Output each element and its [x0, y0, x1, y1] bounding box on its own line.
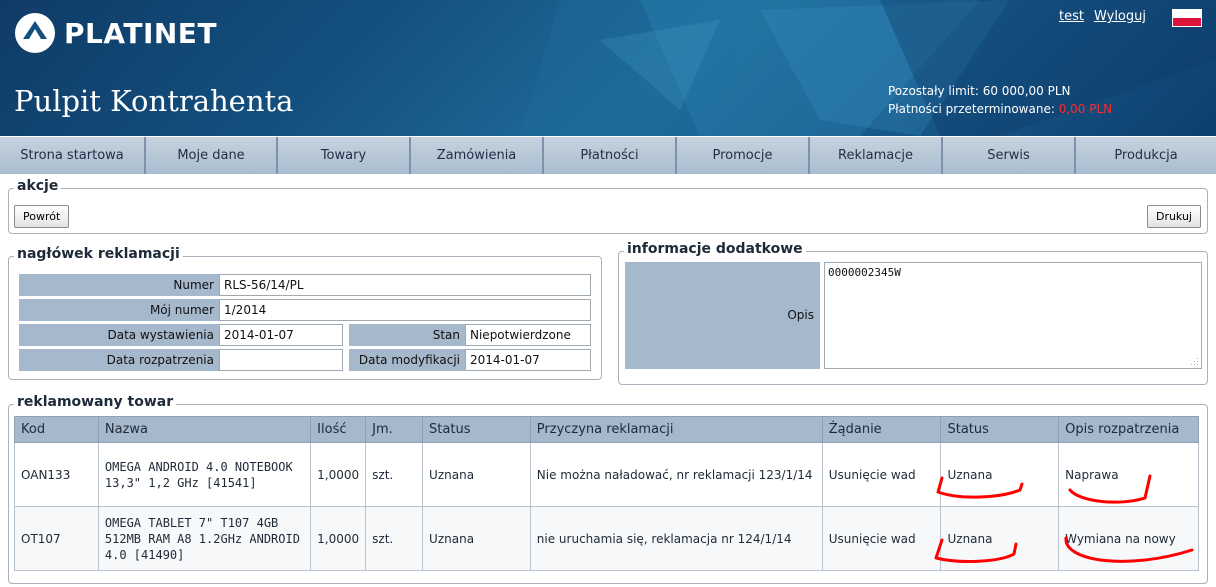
cell-jm: szt. — [365, 506, 424, 571]
credit-info: Pozostały limit: 60 000,00 PLN Płatności… — [888, 82, 1112, 118]
additional-info-legend: informacje dodatkowe — [624, 241, 806, 257]
brand-name: PLATINET — [64, 16, 218, 50]
nav-item-produkcja[interactable]: Produkcja — [1076, 137, 1216, 174]
limit-value: 60 000,00 PLN — [982, 84, 1071, 98]
column-header-ilosc[interactable]: Ilość — [310, 416, 367, 443]
column-header-nazwa[interactable]: Nazwa — [97, 416, 312, 443]
cell-kod: OT107 — [14, 506, 99, 571]
resize-grip-icon[interactable] — [1189, 356, 1199, 366]
cell-nazwa: OMEGA ANDROID 4.0 NOTEBOOK 13,3" 1,2 GHz… — [97, 442, 312, 507]
logout-link[interactable]: Wyloguj — [1094, 9, 1146, 24]
claim-header-fieldset: nagłówek reklamacji Numer RLS-56/14/PL M… — [8, 246, 602, 380]
stan-label: Stan — [349, 324, 465, 346]
nav-item-promocje[interactable]: Promocje — [677, 137, 810, 174]
print-button[interactable]: Drukuj — [1146, 205, 1201, 228]
numer-label: Numer — [19, 274, 219, 296]
opis-value: 0000002345W — [828, 266, 901, 279]
cell-kod: OAN133 — [14, 442, 99, 507]
page-header: PLATINET Pulpit Kontrahenta test Wyloguj… — [0, 0, 1216, 136]
user-links: test Wyloguj — [1059, 9, 1146, 24]
platinet-logo-icon — [15, 13, 55, 53]
cell-ilosc: 1,0000 — [310, 506, 367, 571]
limit-label: Pozostały limit: — [888, 84, 979, 98]
opis-textarea[interactable]: 0000002345W — [824, 262, 1202, 369]
username-link[interactable]: test — [1059, 9, 1084, 24]
data-rozpatrzenia-label: Data rozpatrzenia — [19, 349, 219, 371]
cell-nazwa: OMEGA TABLET 7" T107 4GB 512MB RAM A8 1.… — [97, 506, 312, 571]
nav-item-towary[interactable]: Towary — [278, 137, 411, 174]
cell-status: Uznana — [422, 442, 531, 507]
cell-ilosc: 1,0000 — [310, 442, 367, 507]
column-header-jm[interactable]: Jm. — [365, 416, 424, 443]
numer-field[interactable]: RLS-56/14/PL — [219, 274, 591, 296]
overdue-label: Płatności przeterminowane: — [888, 102, 1055, 116]
actions-legend: akcje — [14, 178, 62, 194]
cell-zadanie: Usunięcie wad — [821, 506, 942, 571]
stan-field[interactable]: Niepotwierdzone — [465, 324, 591, 346]
nav-item-moje-dane[interactable]: Moje dane — [146, 137, 278, 174]
back-button[interactable]: Powrót — [14, 205, 70, 228]
column-header-kod[interactable]: Kod — [14, 416, 99, 443]
moj-numer-label: Mój numer — [19, 299, 219, 321]
column-header-status-rozpatrzenia[interactable]: Status — [940, 416, 1060, 443]
main-nav: Strona startowa Moje dane Towary Zamówie… — [0, 137, 1216, 174]
opis-label: Opis — [625, 262, 820, 369]
nav-item-strona-startowa[interactable]: Strona startowa — [0, 137, 146, 174]
red-annotation-marks — [934, 474, 1194, 563]
actions-fieldset: akcje Powrót Drukuj — [8, 178, 1208, 234]
platinet-logo[interactable]: PLATINET — [14, 12, 217, 54]
nav-item-reklamacje[interactable]: Reklamacje — [810, 137, 943, 174]
moj-numer-field[interactable]: 1/2014 — [219, 299, 591, 321]
cell-jm: szt. — [365, 442, 424, 507]
data-wystawienia-field[interactable]: 2014-01-07 — [219, 324, 343, 346]
nav-item-platnosci[interactable]: Płatności — [544, 137, 677, 174]
column-header-zadanie[interactable]: Żądanie — [821, 416, 942, 443]
additional-info-fieldset: informacje dodatkowe Opis 0000002345W — [618, 241, 1208, 385]
column-header-status[interactable]: Status — [422, 416, 531, 443]
data-modyfikacji-field[interactable]: 2014-01-07 — [465, 349, 591, 371]
data-modyfikacji-label: Data modyfikacji — [349, 349, 465, 371]
column-header-przyczyna[interactable]: Przyczyna reklamacji — [529, 416, 823, 443]
data-rozpatrzenia-field[interactable] — [219, 349, 343, 371]
cell-zadanie: Usunięcie wad — [821, 442, 942, 507]
page-title: Pulpit Kontrahenta — [14, 84, 294, 118]
table-header-row: Kod Nazwa Ilość Jm. Status Przyczyna rek… — [14, 416, 1199, 443]
column-header-opis-rozpatrzenia[interactable]: Opis rozpatrzenia — [1058, 416, 1199, 443]
cell-status: Uznana — [422, 506, 531, 571]
cell-przyczyna: Nie można naładować, nr reklamacji 123/1… — [529, 442, 823, 507]
nav-item-serwis[interactable]: Serwis — [943, 137, 1076, 174]
claim-header-legend: nagłówek reklamacji — [14, 246, 183, 262]
poland-flag-icon[interactable] — [1172, 9, 1202, 27]
claimed-items-legend: reklamowany towar — [14, 394, 177, 410]
nav-item-zamowienia[interactable]: Zamówienia — [411, 137, 544, 174]
data-wystawienia-label: Data wystawienia — [19, 324, 219, 346]
overdue-value: 0,00 PLN — [1058, 102, 1113, 116]
cell-przyczyna: nie uruchamia się, reklamacja nr 124/1/1… — [529, 506, 823, 571]
